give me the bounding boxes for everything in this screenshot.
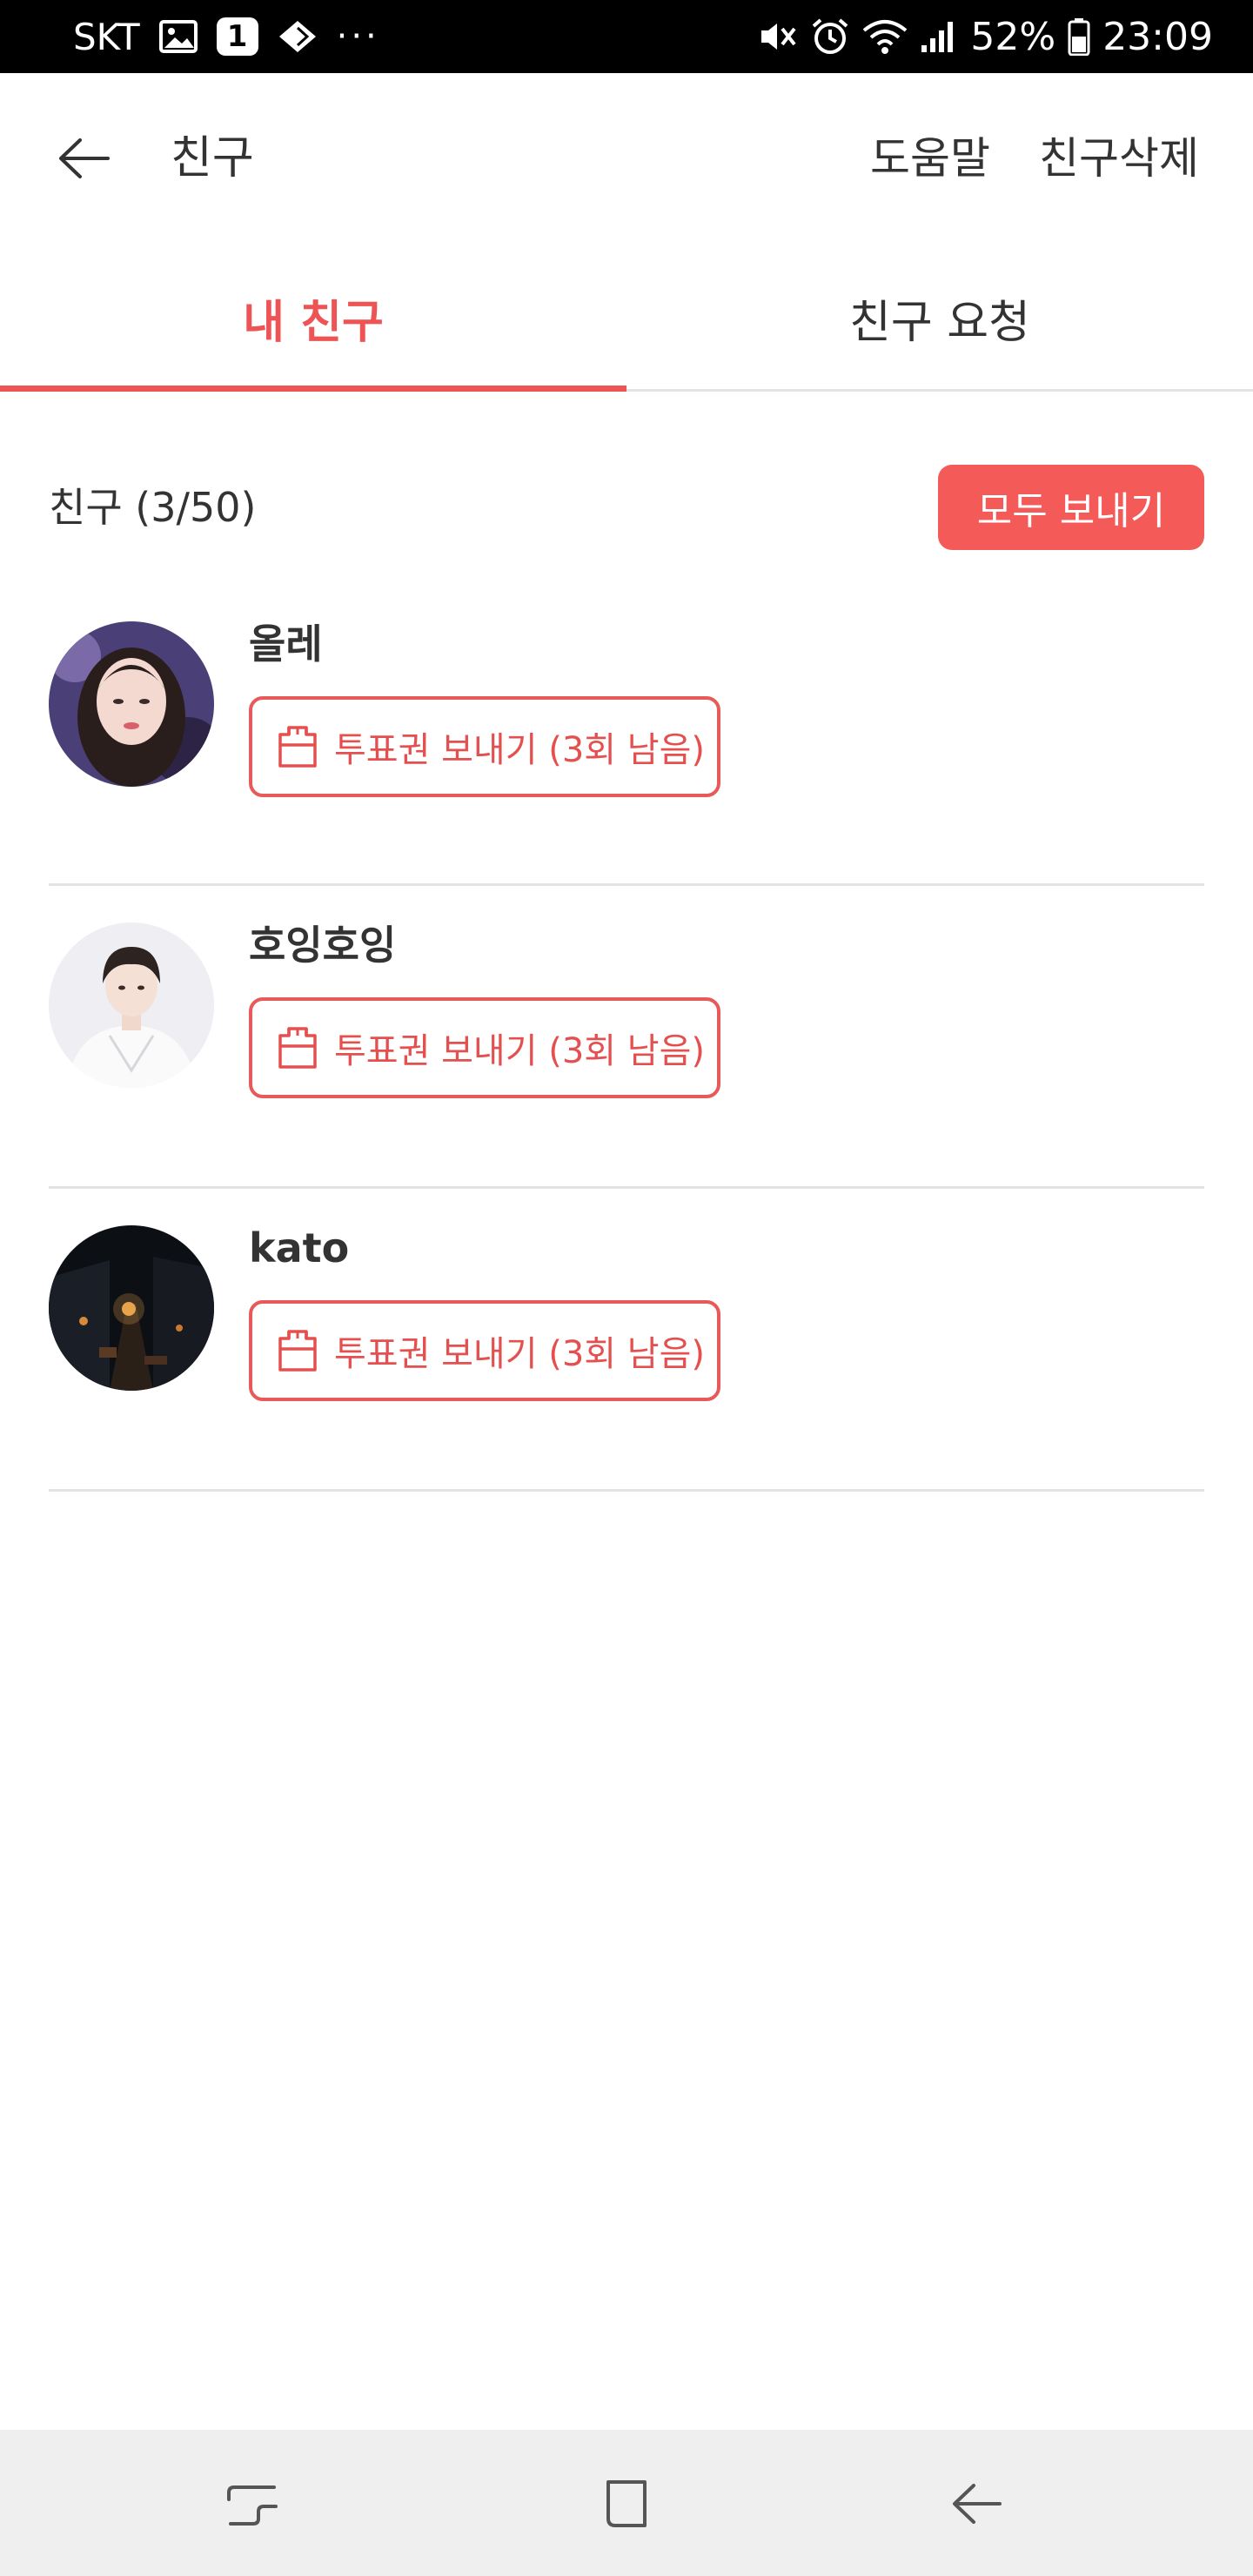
list-item: 호잉호잉 투표권 보내기 (3회 남음)	[49, 886, 1204, 1189]
send-vote-label: 투표권 보내기 (3회 남음)	[334, 1334, 706, 1374]
mute-icon	[758, 18, 798, 55]
back-button[interactable]	[49, 124, 118, 193]
list-item: 올레 투표권 보내기 (3회 남음)	[49, 583, 1204, 886]
list-item: kato 투표권 보내기 (3회 남음)	[49, 1189, 1204, 1492]
recent-apps-icon	[227, 2485, 278, 2526]
app-bar: 친구 도움말 친구삭제	[0, 73, 1253, 244]
battery-percent: 52%	[970, 14, 1056, 59]
recent-apps-button[interactable]	[209, 2465, 296, 2543]
back-arrow-icon	[59, 138, 110, 178]
ticket-icon	[278, 726, 317, 768]
page-title: 친구	[171, 132, 254, 184]
status-bar: SKT 1 ··· 52% 23:09	[0, 0, 1253, 73]
tab-bar: 내 친구 친구 요청	[0, 244, 1253, 392]
system-back-button[interactable]	[933, 2465, 1020, 2543]
avatar[interactable]	[49, 922, 214, 1088]
active-tab-indicator	[0, 386, 626, 392]
friend-count-label: 친구 (3/50)	[49, 484, 257, 531]
send-vote-label: 투표권 보내기 (3회 남음)	[334, 730, 706, 770]
system-nav-bar	[0, 2430, 1253, 2576]
signal-icon	[920, 19, 958, 54]
send-all-button[interactable]: 모두 보내기	[938, 465, 1204, 550]
diamond-app-icon	[278, 19, 318, 54]
carrier-label: SKT	[73, 15, 140, 58]
home-button[interactable]	[583, 2465, 670, 2543]
send-vote-label: 투표권 보내기 (3회 남음)	[334, 1031, 706, 1071]
delete-friend-button[interactable]: 친구삭제	[1039, 125, 1199, 191]
notification-count-badge: 1	[216, 17, 258, 56]
friend-name: 호잉호잉	[249, 922, 397, 969]
send-vote-button[interactable]: 투표권 보내기 (3회 남음)	[249, 1300, 720, 1401]
home-icon	[606, 2480, 647, 2527]
status-bar-right: 52% 23:09	[758, 0, 1213, 73]
status-bar-left: SKT 1 ···	[73, 0, 380, 73]
gallery-icon	[158, 20, 198, 53]
clock: 23:09	[1102, 14, 1213, 59]
send-vote-button[interactable]: 투표권 보내기 (3회 남음)	[249, 997, 720, 1098]
avatar[interactable]	[49, 1225, 214, 1391]
send-vote-button[interactable]: 투표권 보내기 (3회 남음)	[249, 696, 720, 797]
friend-name: kato	[249, 1224, 350, 1271]
more-notifications-indicator: ···	[336, 17, 380, 57]
wifi-icon	[862, 18, 908, 55]
tab-my-friends[interactable]: 내 친구	[0, 244, 626, 392]
ticket-icon	[278, 1330, 317, 1372]
ticket-icon	[278, 1027, 317, 1069]
alarm-icon	[810, 17, 850, 56]
battery-icon	[1068, 17, 1090, 56]
help-button[interactable]: 도움말	[870, 125, 990, 191]
friend-name: 올레	[249, 621, 323, 667]
avatar[interactable]	[49, 621, 214, 787]
back-icon	[953, 2484, 1002, 2524]
tab-friend-requests[interactable]: 친구 요청	[626, 244, 1253, 392]
